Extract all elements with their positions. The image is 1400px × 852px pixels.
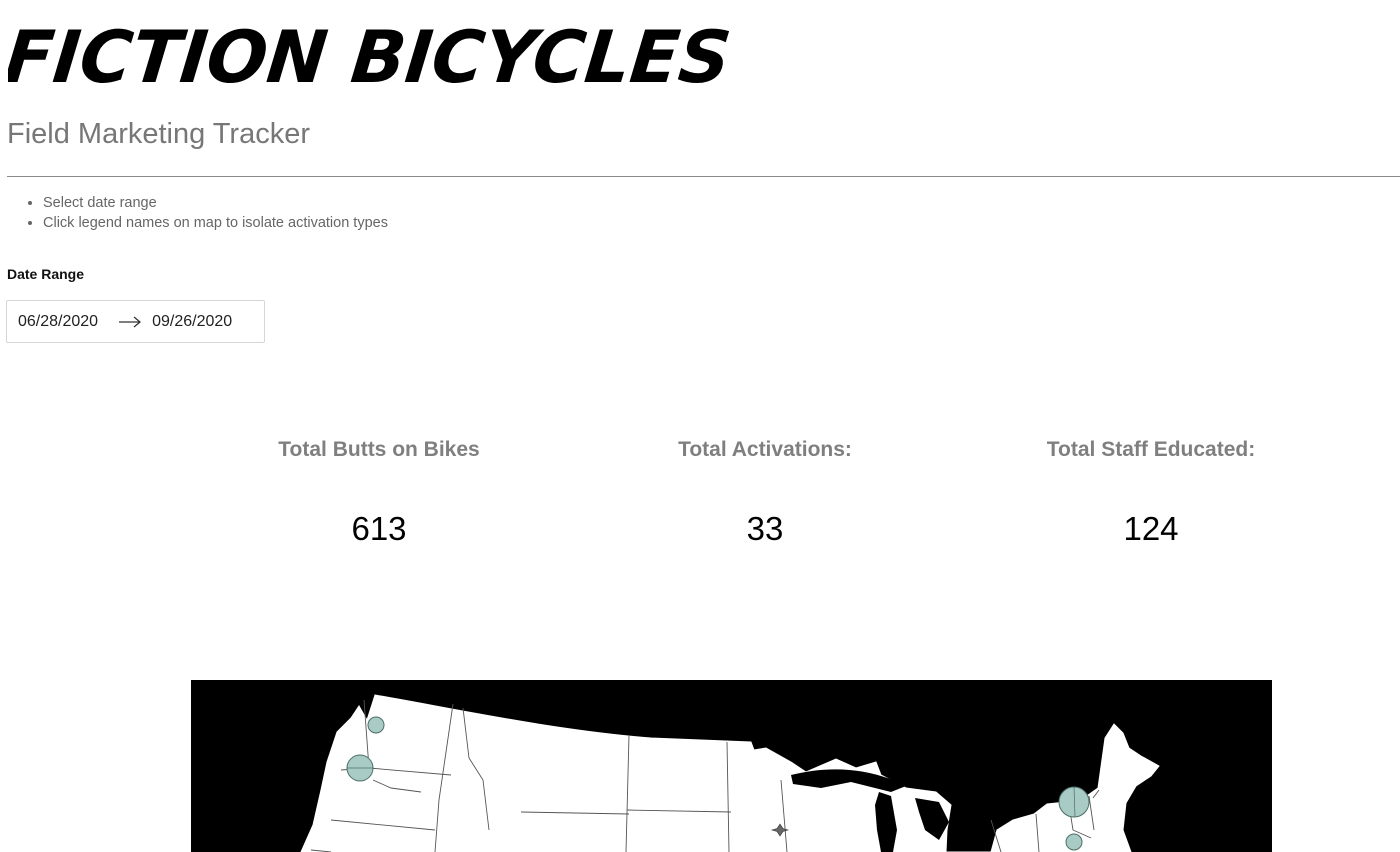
page-title: Field Marketing Tracker <box>7 118 310 150</box>
instructions-list: Select date range Click legend names on … <box>7 193 388 233</box>
kpi-label: Total Staff Educated: <box>1046 438 1256 461</box>
fiction-bicycles-logo: FICTION BICYCLES <box>8 16 735 92</box>
kpi-label: Total Butts on Bikes <box>278 438 480 461</box>
kpi-value: 33 <box>746 510 784 547</box>
date-range-picker[interactable]: 06/28/2020 09/26/2020 <box>6 300 265 343</box>
arrow-right-icon <box>118 316 142 328</box>
kpi-butts-on-bikes: Total Butts on Bikes 613 <box>189 438 569 548</box>
kpi-label: Total Activations: <box>678 438 852 461</box>
start-date-input[interactable]: 06/28/2020 <box>18 313 98 331</box>
instruction-item: Click legend names on map to isolate act… <box>43 213 388 233</box>
svg-text:FICTION BICYCLES: FICTION BICYCLES <box>8 16 735 92</box>
date-range-label: Date Range <box>7 266 85 282</box>
kpi-staff-educated: Total Staff Educated: 124 <box>961 438 1341 548</box>
kpi-total-activations: Total Activations: 33 <box>575 438 955 548</box>
kpi-value: 124 <box>1123 510 1179 547</box>
instruction-item: Select date range <box>43 193 388 213</box>
header-divider <box>7 176 1400 177</box>
activation-marker-seattle[interactable] <box>367 716 385 734</box>
kpi-value: 613 <box>351 510 407 547</box>
activation-marker-massachusetts[interactable] <box>1065 833 1083 851</box>
activation-map[interactable] <box>191 680 1272 852</box>
end-date-input[interactable]: 09/26/2020 <box>152 313 232 331</box>
